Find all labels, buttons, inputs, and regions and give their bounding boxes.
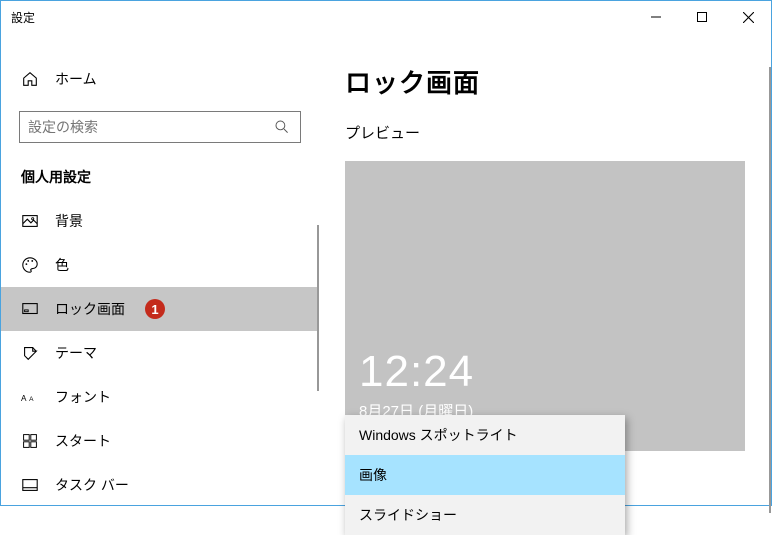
picture-icon xyxy=(21,212,39,230)
sidebar-item-fonts[interactable]: AA フォント xyxy=(1,375,319,419)
dropdown-option-slideshow[interactable]: スライドショー xyxy=(345,495,625,535)
maximize-button[interactable] xyxy=(679,2,725,32)
background-select-dropdown[interactable]: Windows スポットライト 画像 スライドショー xyxy=(345,415,625,535)
dropdown-option-spotlight[interactable]: Windows スポットライト xyxy=(345,415,625,455)
close-button[interactable] xyxy=(725,2,771,32)
home-label: ホーム xyxy=(55,69,97,89)
page-title: ロック画面 xyxy=(345,63,745,100)
minimize-button[interactable] xyxy=(633,2,679,32)
window-controls xyxy=(633,2,771,32)
sidebar-item-label: 背景 xyxy=(55,211,83,231)
preview-label: プレビュー xyxy=(345,122,745,143)
window-title: 設定 xyxy=(1,9,633,26)
theme-icon xyxy=(21,344,39,362)
dropdown-option-picture[interactable]: 画像 xyxy=(345,455,625,495)
search-input[interactable] xyxy=(19,111,301,143)
svg-text:A: A xyxy=(21,394,27,403)
sidebar-item-label: フォント xyxy=(55,387,111,407)
sidebar-item-colors[interactable]: 色 xyxy=(1,243,319,287)
section-title: 個人用設定 xyxy=(1,149,319,195)
home-button[interactable]: ホーム xyxy=(1,57,319,101)
nav-list: 背景 色 ロック画面 1 xyxy=(1,199,319,505)
preview-time: 12:24 xyxy=(359,347,474,397)
sidebar-item-label: テーマ xyxy=(55,343,97,363)
sidebar-item-label: ロック画面 xyxy=(55,299,125,319)
sidebar-item-lockscreen[interactable]: ロック画面 1 xyxy=(1,287,319,331)
sidebar-item-label: タスク バー xyxy=(55,475,129,495)
sidebar-item-label: 色 xyxy=(55,255,69,275)
sidebar: ホーム 個人用設定 背景 xyxy=(1,33,319,505)
search-field[interactable] xyxy=(28,119,272,135)
sidebar-item-start[interactable]: スタート xyxy=(1,419,319,463)
content-scrollbar[interactable] xyxy=(769,67,771,513)
taskbar-icon xyxy=(21,476,39,494)
notification-badge: 1 xyxy=(145,299,165,319)
font-icon: AA xyxy=(21,388,39,406)
search-icon xyxy=(272,119,292,135)
sidebar-item-label: スタート xyxy=(55,431,111,451)
home-icon xyxy=(21,70,39,88)
svg-text:A: A xyxy=(29,396,34,403)
lockscreen-preview: 12:24 8月27日 (月曜日) xyxy=(345,161,745,451)
titlebar: 設定 xyxy=(1,1,771,33)
content-area: ロック画面 プレビュー 12:24 8月27日 (月曜日) Windows スポ… xyxy=(319,33,771,505)
start-icon xyxy=(21,433,39,449)
sidebar-item-background[interactable]: 背景 xyxy=(1,199,319,243)
lockscreen-icon xyxy=(21,300,39,318)
sidebar-item-themes[interactable]: テーマ xyxy=(1,331,319,375)
sidebar-item-taskbar[interactable]: タスク バー xyxy=(1,463,319,505)
palette-icon xyxy=(21,256,39,274)
